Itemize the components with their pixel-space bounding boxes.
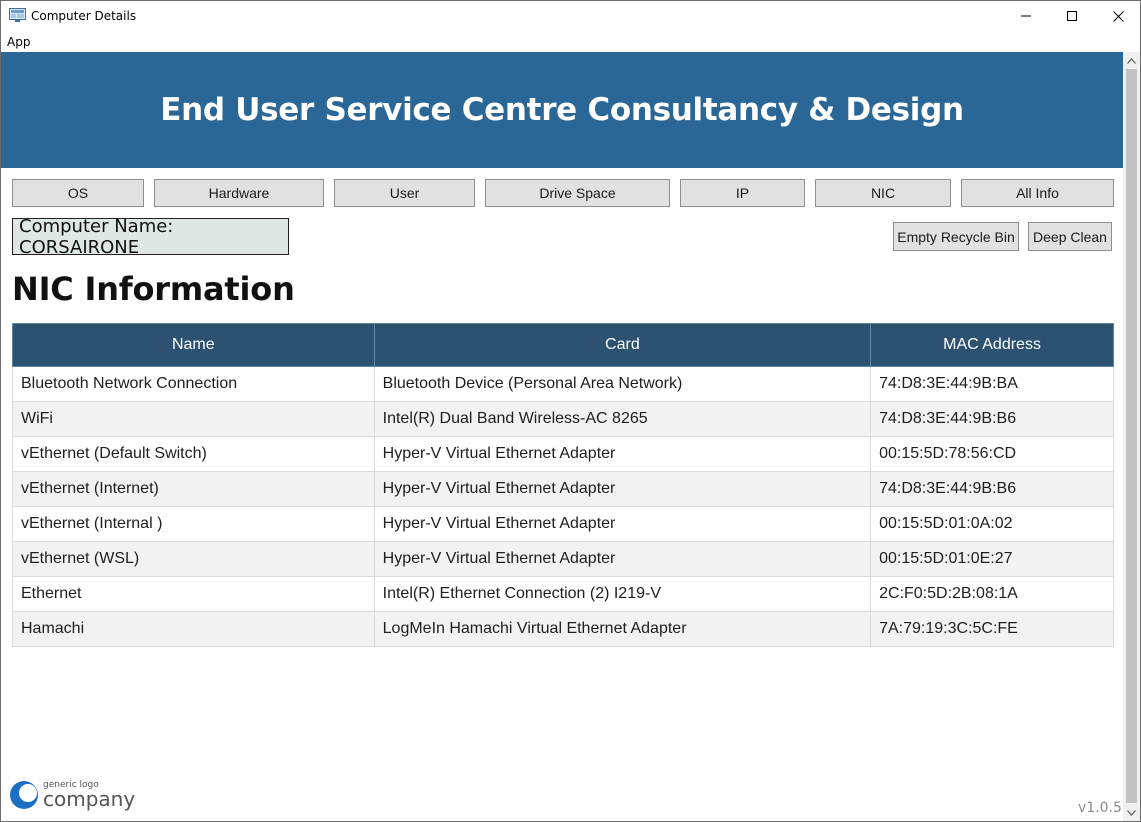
scroll-thumb[interactable] <box>1126 69 1137 803</box>
company-logo: generic logo company <box>9 778 139 812</box>
cell-mac: 00:15:5D:78:56:CD <box>870 436 1114 472</box>
cell-card: Hyper-V Virtual Ethernet Adapter <box>373 541 872 577</box>
window-title: Computer Details <box>31 9 137 23</box>
table-row: vEthernet (WSL) Hyper-V Virtual Ethernet… <box>12 541 1114 577</box>
table-row: vEthernet (Internet) Hyper-V Virtual Eth… <box>12 471 1114 507</box>
table-row: WiFi Intel(R) Dual Band Wireless-AC 8265… <box>12 401 1114 437</box>
table-row: Ethernet Intel(R) Ethernet Connection (2… <box>12 576 1114 612</box>
cell-mac: 00:15:5D:01:0E:27 <box>870 541 1114 577</box>
cell-name: Ethernet <box>12 576 375 612</box>
table-row: vEthernet (Default Switch) Hyper-V Virtu… <box>12 436 1114 472</box>
title-bar[interactable]: Computer Details <box>1 1 1140 31</box>
computer-name-label: Computer Name: CORSAIRONE <box>12 216 289 258</box>
ip-button[interactable]: IP <box>680 179 805 207</box>
cell-card: Hyper-V Virtual Ethernet Adapter <box>373 471 872 507</box>
cell-card: Intel(R) Dual Band Wireless-AC 8265 <box>373 401 872 437</box>
cell-name: vEthernet (WSL) <box>12 541 375 577</box>
os-button[interactable]: OS <box>12 179 144 207</box>
user-button[interactable]: User <box>334 179 475 207</box>
cell-mac: 2C:F0:5D:2B:08:1A <box>870 576 1114 612</box>
minimize-button[interactable] <box>1003 1 1049 31</box>
header-banner: End User Service Centre Consultancy & De… <box>1 52 1123 168</box>
hardware-button[interactable]: Hardware <box>154 179 324 207</box>
table-row: vEthernet (Internal ) Hyper-V Virtual Et… <box>12 506 1114 542</box>
cell-name: vEthernet (Internet) <box>12 471 375 507</box>
deep-clean-button[interactable]: Deep Clean <box>1028 222 1112 251</box>
cell-card: Hyper-V Virtual Ethernet Adapter <box>373 506 872 542</box>
cell-mac: 00:15:5D:01:0A:02 <box>870 506 1114 542</box>
logo-big-text: company <box>43 787 136 811</box>
nic-button[interactable]: NIC <box>815 179 951 207</box>
close-icon <box>1112 10 1124 22</box>
column-header-card: Card <box>373 323 872 367</box>
chevron-down-icon <box>1127 809 1136 816</box>
cell-mac: 74:D8:3E:44:9B:B6 <box>870 471 1114 507</box>
cell-mac: 7A:79:19:3C:5C:FE <box>870 611 1114 647</box>
cell-name: vEthernet (Default Switch) <box>12 436 375 472</box>
cell-mac: 74:D8:3E:44:9B:B6 <box>870 401 1114 437</box>
menu-item-app[interactable]: App <box>7 35 30 49</box>
all-info-button[interactable]: All Info <box>961 179 1114 207</box>
cell-card: Intel(R) Ethernet Connection (2) I219-V <box>373 576 872 612</box>
minimize-icon <box>1021 15 1031 17</box>
nic-table: Name Card MAC Address Bluetooth Network … <box>12 323 1114 647</box>
cell-mac: 74:D8:3E:44:9B:BA <box>870 366 1114 402</box>
cell-name: Bluetooth Network Connection <box>12 366 375 402</box>
cell-name: vEthernet (Internal ) <box>12 506 375 542</box>
table-row: Bluetooth Network Connection Bluetooth D… <box>12 366 1114 402</box>
cell-card: Hyper-V Virtual Ethernet Adapter <box>373 436 872 472</box>
section-title: NIC Information <box>12 270 295 308</box>
version-label: v1.0.5 <box>1078 800 1122 816</box>
column-header-mac: MAC Address <box>870 323 1114 367</box>
computer-app-icon <box>9 8 26 23</box>
cell-card: LogMeIn Hamachi Virtual Ethernet Adapter <box>373 611 872 647</box>
banner-title: End User Service Centre Consultancy & De… <box>160 92 964 128</box>
drive-space-button[interactable]: Drive Space <box>485 179 670 207</box>
chevron-up-icon <box>1127 57 1136 64</box>
maximize-button[interactable] <box>1049 1 1095 31</box>
scroll-down-arrow[interactable] <box>1123 804 1140 821</box>
cell-name: WiFi <box>12 401 375 437</box>
menu-bar: App <box>1 31 1140 51</box>
column-header-name: Name <box>12 323 375 367</box>
scroll-up-arrow[interactable] <box>1123 52 1140 69</box>
table-row: Hamachi LogMeIn Hamachi Virtual Ethernet… <box>12 611 1114 647</box>
cell-name: Hamachi <box>12 611 375 647</box>
empty-recycle-bin-button[interactable]: Empty Recycle Bin <box>893 222 1019 251</box>
cell-card: Bluetooth Device (Personal Area Network) <box>373 366 872 402</box>
vertical-scrollbar[interactable] <box>1123 52 1140 821</box>
table-header-row: Name Card MAC Address <box>12 323 1114 367</box>
app-window: Computer Details App End User Service Ce… <box>0 0 1141 822</box>
logo-circle-icon <box>10 781 38 809</box>
close-button[interactable] <box>1095 1 1140 31</box>
maximize-icon <box>1067 11 1077 21</box>
main-content: End User Service Centre Consultancy & De… <box>1 52 1123 821</box>
